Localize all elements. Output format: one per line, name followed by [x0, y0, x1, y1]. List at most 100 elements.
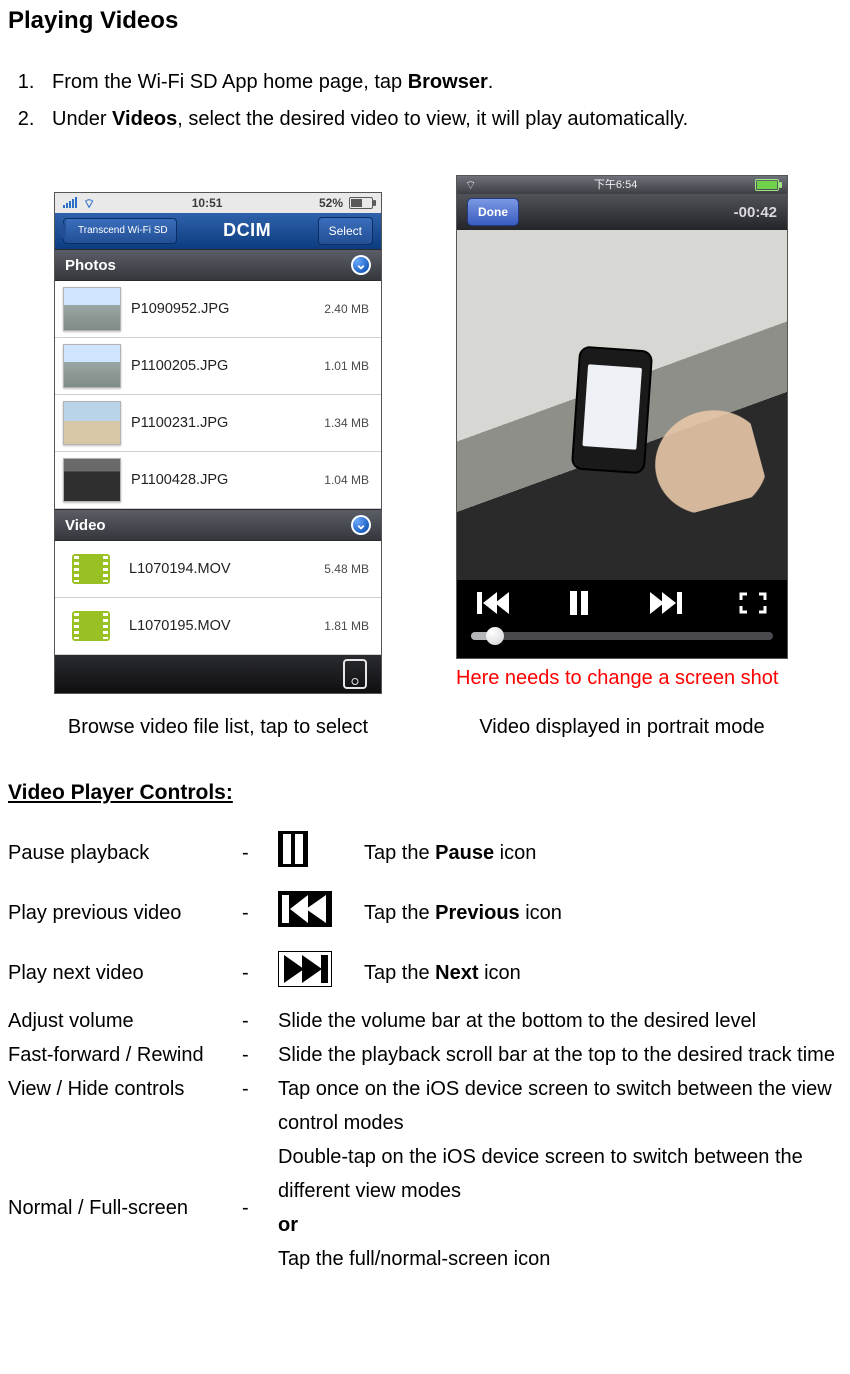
- text: Double-tap on the iOS device screen to s…: [278, 1146, 803, 1202]
- status-time: 10:51: [192, 194, 223, 213]
- page-title: Playing Videos: [8, 2, 842, 39]
- list-item[interactable]: P1100205.JPG 1.01 MB: [55, 338, 381, 395]
- photo-thumb: [63, 287, 121, 331]
- text: Tap the: [364, 902, 435, 924]
- battery-percent: 52%: [319, 194, 343, 213]
- previous-button[interactable]: [477, 590, 511, 616]
- caption-browser: Browse video file list, tap to select: [68, 712, 368, 743]
- time-remaining: -00:42: [734, 201, 777, 224]
- step-1-text-c: .: [488, 71, 494, 93]
- text: Tap the: [364, 962, 435, 984]
- pause-button[interactable]: [568, 590, 590, 616]
- wifi-icon: ⌔: [83, 197, 95, 210]
- control-row-volume: Adjust volume - Slide the volume bar at …: [8, 1004, 842, 1038]
- film-icon: [72, 554, 110, 584]
- control-label: Play next video: [8, 944, 242, 1004]
- control-row-prev: Play previous video - Tap the Previous i…: [8, 884, 842, 944]
- player-controls: [457, 580, 787, 658]
- section-photos-label: Photos: [65, 254, 116, 277]
- control-desc: Slide the volume bar at the bottom to th…: [278, 1004, 842, 1038]
- dash: -: [242, 824, 278, 884]
- text-bold: Previous: [435, 902, 519, 924]
- next-button[interactable]: [648, 590, 682, 616]
- control-label: Adjust volume: [8, 1004, 242, 1038]
- text-bold: or: [278, 1214, 298, 1236]
- select-button[interactable]: Select: [318, 217, 373, 246]
- photo-thumb: [63, 344, 121, 388]
- step-list: From the Wi-Fi SD App home page, tap Bro…: [8, 67, 842, 135]
- back-button[interactable]: Transcend Wi-Fi SD: [63, 218, 177, 244]
- device-icon[interactable]: [343, 659, 367, 689]
- section-video[interactable]: Video ⌄: [55, 509, 381, 541]
- text: icon: [479, 962, 521, 984]
- video-area[interactable]: [457, 230, 787, 580]
- text: Tap the: [364, 842, 435, 864]
- photo-thumb: [63, 458, 121, 502]
- fullscreen-button[interactable]: [739, 592, 767, 614]
- chevron-down-icon: ⌄: [351, 255, 371, 275]
- list-item[interactable]: L1070194.MOV 5.48 MB: [55, 541, 381, 598]
- file-name: L1070194.MOV: [129, 558, 314, 580]
- control-row-next: Play next video - Tap the Next icon: [8, 944, 842, 1004]
- control-desc: Tap the Previous icon: [364, 884, 842, 944]
- video-thumb: [63, 548, 119, 590]
- text: icon: [520, 902, 562, 924]
- controls-heading: Video Player Controls:: [8, 777, 842, 810]
- control-desc: Tap the Next icon: [364, 944, 842, 1004]
- editor-note: Here needs to change a screen shot: [456, 663, 778, 694]
- file-size: 2.40 MB: [324, 300, 369, 319]
- list-item[interactable]: P1100428.JPG 1.04 MB: [55, 452, 381, 509]
- signal-icon: [63, 198, 77, 208]
- player-topbar: Done -00:42: [457, 194, 787, 230]
- step-1: From the Wi-Fi SD App home page, tap Bro…: [40, 67, 842, 98]
- control-label: Normal / Full-screen: [8, 1140, 242, 1276]
- step-2-text-c: , select the desired video to view, it w…: [177, 108, 688, 130]
- text: icon: [494, 842, 536, 864]
- file-name: P1100428.JPG: [131, 469, 314, 491]
- file-size: 1.04 MB: [324, 471, 369, 490]
- next-icon: [278, 951, 332, 997]
- control-desc: Tap the Pause icon: [364, 824, 842, 884]
- done-button[interactable]: Done: [467, 198, 519, 227]
- control-row-ff: Fast-forward / Rewind - Slide the playba…: [8, 1038, 842, 1072]
- text-bold: Pause: [435, 842, 494, 864]
- progress-slider[interactable]: [471, 632, 773, 640]
- dash: -: [242, 1140, 278, 1276]
- pause-icon: [278, 831, 308, 877]
- screenshot-browser: ⌔ 10:51 52% Transcend Wi-Fi SD DCIM Sele…: [54, 192, 382, 694]
- control-row-view: View / Hide controls - Tap once on the i…: [8, 1072, 842, 1140]
- control-desc: Slide the playback scroll bar at the top…: [278, 1038, 842, 1072]
- text-bold: Next: [435, 962, 478, 984]
- control-desc: Tap once on the iOS device screen to swi…: [278, 1072, 842, 1140]
- caption-player: Video displayed in portrait mode: [479, 712, 764, 743]
- battery-icon: [349, 197, 373, 209]
- dash: -: [242, 1072, 278, 1140]
- video-thumb: [63, 605, 119, 647]
- previous-icon: [278, 891, 332, 937]
- dash: -: [242, 1004, 278, 1038]
- file-size: 1.34 MB: [324, 414, 369, 433]
- control-label: Pause playback: [8, 824, 242, 884]
- list-item[interactable]: P1100231.JPG 1.34 MB: [55, 395, 381, 452]
- nav-bar: Transcend Wi-Fi SD DCIM Select: [55, 213, 381, 249]
- screenshot-player: ⌔ 下午6:54 Done -00:42: [456, 175, 788, 659]
- step-1-text-a: From the Wi-Fi SD App home page, tap: [52, 71, 408, 93]
- control-desc: Double-tap on the iOS device screen to s…: [278, 1140, 842, 1276]
- control-row-pause: Pause playback - Tap the Pause icon: [8, 824, 842, 884]
- control-label: View / Hide controls: [8, 1072, 242, 1140]
- chevron-down-icon: ⌄: [351, 515, 371, 535]
- list-item[interactable]: L1070195.MOV 1.81 MB: [55, 598, 381, 655]
- file-name: P1100231.JPG: [131, 412, 314, 434]
- control-label: Play previous video: [8, 884, 242, 944]
- list-item[interactable]: P1090952.JPG 2.40 MB: [55, 281, 381, 338]
- file-name: P1100205.JPG: [131, 355, 314, 377]
- status-time: 下午6:54: [594, 177, 637, 194]
- control-label: Fast-forward / Rewind: [8, 1038, 242, 1072]
- wifi-icon: ⌔: [465, 176, 476, 195]
- text: Tap the full/normal-screen icon: [278, 1248, 550, 1270]
- controls-table: Pause playback - Tap the Pause icon Play…: [8, 824, 842, 1276]
- section-photos[interactable]: Photos ⌄: [55, 249, 381, 281]
- film-icon: [72, 611, 110, 641]
- photo-thumb: [63, 401, 121, 445]
- status-bar: ⌔ 下午6:54: [457, 176, 787, 194]
